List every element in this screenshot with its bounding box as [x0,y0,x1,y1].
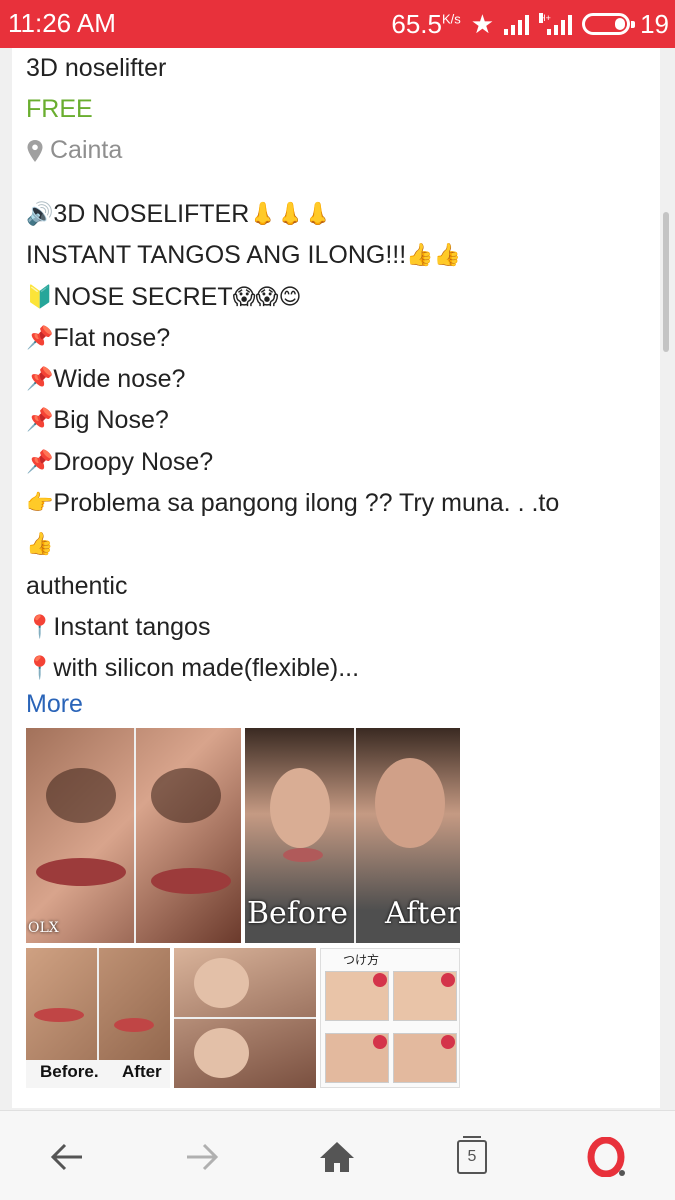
listing-photo-2[interactable]: Before After [245,728,460,943]
description-line: 📌 Droopy Nose? [26,442,651,483]
battery-level: 19 [640,8,669,39]
listing-photo-1[interactable]: OLX [26,728,241,943]
network-speed-unit: K/s [441,10,461,26]
description-line: 📌 Big Nose? [26,400,651,441]
star-icon: ★ [470,8,495,39]
location-pin-icon [27,139,43,162]
listing-description: 🔊 3D NOSELIFTER 👃👃👃 INSTANT TANGOS ANG ILON… [26,194,651,690]
listing-card: 3D noselifter FREE Cainta 🔊 3D NOSELIFTER… [12,48,660,1108]
description-line: 📍 Instant tangos [26,607,651,648]
description-text: authentic [26,571,128,600]
tabs-icon: 5 [457,1136,487,1174]
speaker-icon: 🔊 [26,202,54,227]
description-text: Problema sa pangong ilong ?? Try muna. .… [53,489,560,518]
forward-button[interactable] [180,1135,224,1179]
signal-icon [504,13,530,35]
opera-menu-button[interactable] [585,1135,629,1179]
description-text: Flat nose? [53,323,171,352]
after-label-2: After [122,1062,162,1081]
description-line: INSTANT TANGOS ANG ILONG!!! 👍👍 [26,235,651,276]
signal-h-plus-icon: H+ [539,13,573,35]
after-label-1: After [385,896,460,931]
instructions-title: つけ方 [343,953,380,967]
description-line: 🔰 NOSE SECRET 😱😱😊 [26,277,651,318]
emoji-group: 😱😱😊 [232,284,302,310]
listing-location[interactable]: Cainta [26,136,122,165]
tab-count: 5 [467,1148,477,1165]
pushpin-icon: 📌 [26,367,54,393]
beginner-icon: 🔰 [26,284,54,310]
description-text: INSTANT TANGOS ANG ILONG!!! [26,241,407,270]
pushpin-icon: 📌 [26,408,54,434]
home-icon [320,1142,354,1172]
listing-price: FREE [26,95,93,123]
description-text: with silicon made(flexible)... [53,654,360,683]
pushpin-icon: 📌 [26,449,54,475]
description-line: 📌 Wide nose? [26,359,651,400]
back-button[interactable] [45,1135,89,1179]
tabs-button[interactable]: 5 [450,1135,494,1179]
description-text: Droopy Nose? [53,447,214,476]
listing-photo-4[interactable] [174,948,316,1088]
opera-icon [587,1137,625,1177]
pointing-hand-icon: 👉 [26,491,54,517]
back-arrow-icon [50,1143,82,1171]
description-line: 📍 with silicon made(flexible)... [26,648,651,689]
description-text: Big Nose? [53,406,169,435]
thumbs-up-icon: 👍 [26,532,54,558]
round-pin-icon: 📍 [26,656,54,682]
listing-title: 3D noselifter [26,54,167,82]
emoji-group: 👍👍 [406,243,461,269]
description-text: 3D NOSELIFTER [53,200,250,228]
status-bar: 11:26 AM 65.5K/s ★ H+ 19 [0,0,675,48]
olx-watermark: OLX [28,920,59,936]
description-line: 📌 Flat nose? [26,318,651,359]
network-speed: 65.5K/s [391,9,460,40]
description-text: Wide nose? [53,365,186,394]
description-line: 👉 Problema sa pangong ilong ?? Try muna. … [26,483,651,524]
description-text: Instant tangos [53,612,211,641]
description-line: authentic [26,566,651,607]
network-speed-value: 65.5 [391,8,442,39]
listing-photo-5[interactable]: つけ方 [320,948,460,1088]
description-line: 🔊 3D NOSELIFTER 👃👃👃 [26,194,651,235]
listing-photo-3[interactable]: Before. After [26,948,170,1088]
browser-nav-bar: 5 [0,1110,675,1200]
description-line: 👍 [26,524,651,565]
battery-icon [582,13,636,35]
emoji-group: 👃👃👃 [249,202,332,227]
description-text: NOSE SECRET [53,282,233,311]
home-button[interactable] [315,1135,359,1179]
location-text: Cainta [50,136,123,164]
forward-arrow-icon [187,1143,219,1171]
round-pin-icon: 📍 [26,614,54,640]
status-time: 11:26 AM [8,8,116,38]
more-link[interactable]: More [26,690,83,719]
before-label-1: Before [247,896,349,931]
scrollbar[interactable] [663,212,669,352]
pushpin-icon: 📌 [26,325,54,351]
before-label-2: Before. [40,1062,99,1081]
